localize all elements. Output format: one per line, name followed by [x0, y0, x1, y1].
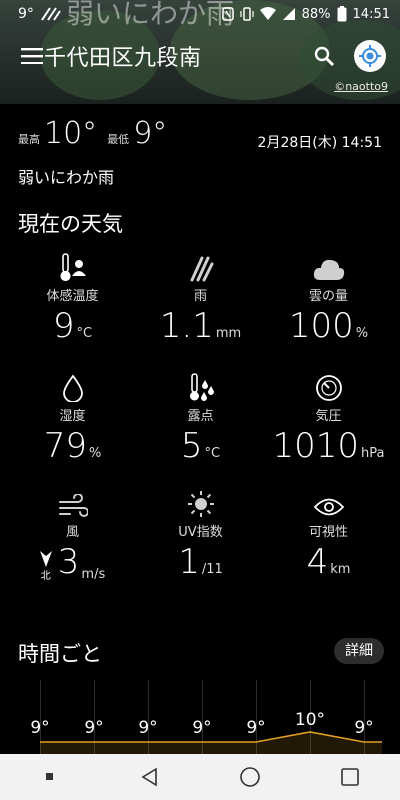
small-square-icon	[46, 773, 53, 780]
app-bar: 千代田区九段南	[0, 36, 400, 76]
feels-like-unit: °C	[76, 326, 93, 341]
cloud-cover-value: 100	[288, 306, 354, 346]
uv-index-label: UV指数	[178, 525, 223, 540]
wind-cell: 風 北 3 m/s	[6, 488, 139, 582]
wind-direction-arrow-icon	[39, 551, 52, 567]
gauge-icon	[315, 375, 342, 401]
pressure-value: 1010	[272, 426, 360, 466]
high-label: 最高	[18, 133, 40, 146]
humidity-cell: 湿度 79%	[6, 372, 139, 466]
nav-menu-button[interactable]	[30, 757, 70, 797]
status-time: 14:51	[352, 6, 390, 22]
humidity-value: 79	[43, 426, 87, 466]
visibility-value: 4	[306, 542, 329, 582]
uv-index-cell: UV指数 1/11	[134, 488, 267, 582]
current-location-button[interactable]	[354, 40, 386, 72]
water-drop-icon	[62, 374, 83, 402]
wind-label: 風	[65, 525, 79, 540]
battery-percent: 88%	[301, 6, 331, 22]
visibility-label: 可視性	[308, 525, 348, 540]
back-triangle-icon	[141, 767, 157, 787]
eye-icon	[313, 498, 344, 516]
gps-target-icon	[359, 45, 381, 67]
location-title[interactable]: 千代田区九段南	[44, 40, 202, 72]
pressure-label: 気圧	[315, 409, 342, 424]
wind-icon	[58, 494, 88, 517]
pressure-unit: hPa	[361, 446, 385, 461]
dew-point-unit: °C	[204, 446, 221, 461]
wind-value: 3	[57, 542, 80, 582]
high-temperature: 10°	[44, 116, 98, 151]
status-bar: 9° 88% 14:51	[0, 0, 400, 28]
wind-direction: 北	[40, 571, 51, 582]
pressure-cell: 気圧 1010 hPa	[262, 372, 395, 466]
hourly-temperature-line	[40, 731, 382, 754]
date-time: 2月28日(木) 14:51	[257, 135, 382, 151]
nav-recents-button[interactable]	[330, 757, 370, 797]
feels-like-value: 9	[52, 306, 75, 346]
photo-credit-link[interactable]: ©naotto9	[334, 80, 388, 93]
system-nav-bar	[0, 754, 400, 800]
status-temperature: 9°	[18, 6, 34, 22]
cloud-icon	[313, 259, 344, 280]
vibrate-icon	[240, 7, 254, 21]
humidity-unit: %	[88, 446, 102, 461]
dew-point-label: 露点	[187, 409, 214, 424]
nav-home-button[interactable]	[230, 757, 270, 797]
nfc-icon	[221, 7, 234, 21]
dew-point-cell: 露点 5 °C	[134, 372, 267, 466]
cloud-cover-label: 雲の量	[308, 289, 348, 304]
nav-back-button[interactable]	[130, 757, 170, 797]
feels-like-label: 体感温度	[46, 289, 99, 304]
sun-icon	[187, 491, 214, 517]
hourly-title: 時間ごと	[18, 642, 102, 666]
feels-like-cell: 体感温度 9 °C	[6, 252, 139, 346]
humidity-label: 湿度	[59, 409, 86, 424]
wifi-icon	[259, 7, 276, 21]
uv-index-unit: /11	[201, 562, 223, 577]
wind-unit: m/s	[81, 567, 106, 582]
rain-label: 雨	[193, 289, 207, 304]
current-weather-title: 現在の天気	[18, 212, 123, 236]
home-circle-icon	[240, 767, 260, 787]
thermometer-drops-icon	[189, 373, 214, 401]
rain-streaks-icon	[190, 256, 213, 282]
recents-square-icon	[341, 768, 359, 786]
rain-unit: mm	[215, 326, 242, 341]
signal-icon	[282, 7, 296, 21]
low-label: 最低	[107, 133, 130, 146]
rain-value: 1.1	[159, 306, 214, 346]
cloud-cover-unit: %	[355, 326, 369, 341]
rain-cell: 雨 1.1 mm	[134, 252, 267, 346]
visibility-unit: km	[330, 562, 351, 577]
search-icon	[314, 46, 335, 67]
uv-index-value: 1	[178, 542, 200, 582]
low-temperature: 9°	[133, 116, 168, 151]
weather-condition: 弱いにわか雨	[18, 168, 115, 187]
cloud-cover-cell: 雲の量 100%	[262, 252, 395, 346]
dew-point-value: 5	[180, 426, 203, 466]
thermometer-person-icon	[59, 253, 86, 282]
hourly-chart[interactable]: 9° 9° 9° 9° 9° 10° 9°	[0, 680, 400, 754]
weather-notification-icon	[40, 7, 62, 21]
detail-button[interactable]: 詳細	[334, 638, 384, 664]
temperature-summary: 最高 10° 最低 9° 2月28日(木) 14:51	[18, 116, 382, 152]
search-button[interactable]	[308, 40, 340, 72]
visibility-cell: 可視性 4 km	[262, 488, 395, 582]
hamburger-icon	[21, 48, 43, 64]
battery-icon	[337, 6, 347, 22]
